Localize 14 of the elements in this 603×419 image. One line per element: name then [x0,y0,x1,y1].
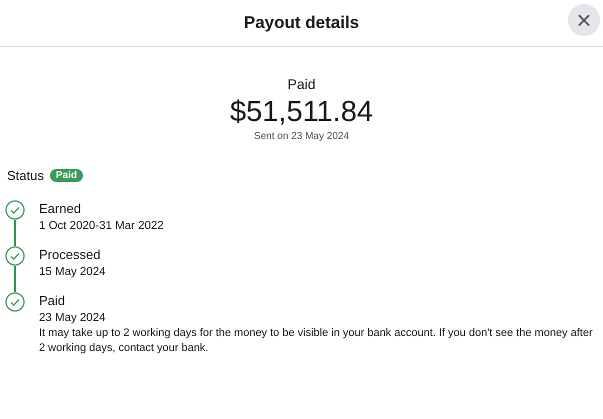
close-button[interactable]: × [568,4,600,36]
step-title: Earned [39,200,82,217]
step-note: It may take up to 2 working days for the money to be visible in your bank account. If you don't see the money after 2 working days, contact your bank. [39,326,594,356]
status-badge: Paid [50,169,83,182]
step-title: Processed [39,246,102,263]
payout-status-label: Paid [287,76,316,92]
step-date: 23 May 2024 [39,312,106,324]
dialog-title: Payout details [244,13,360,33]
payout-amount: $51,511.84 [230,96,373,129]
step-date: 1 Oct 2020-31 Mar 2022 [39,220,165,232]
step-date: 15 May 2024 [39,266,106,278]
status-label: Status [7,168,44,183]
sent-date: Sent on 23 May 2024 [254,131,350,142]
step-title: Paid [39,292,66,309]
